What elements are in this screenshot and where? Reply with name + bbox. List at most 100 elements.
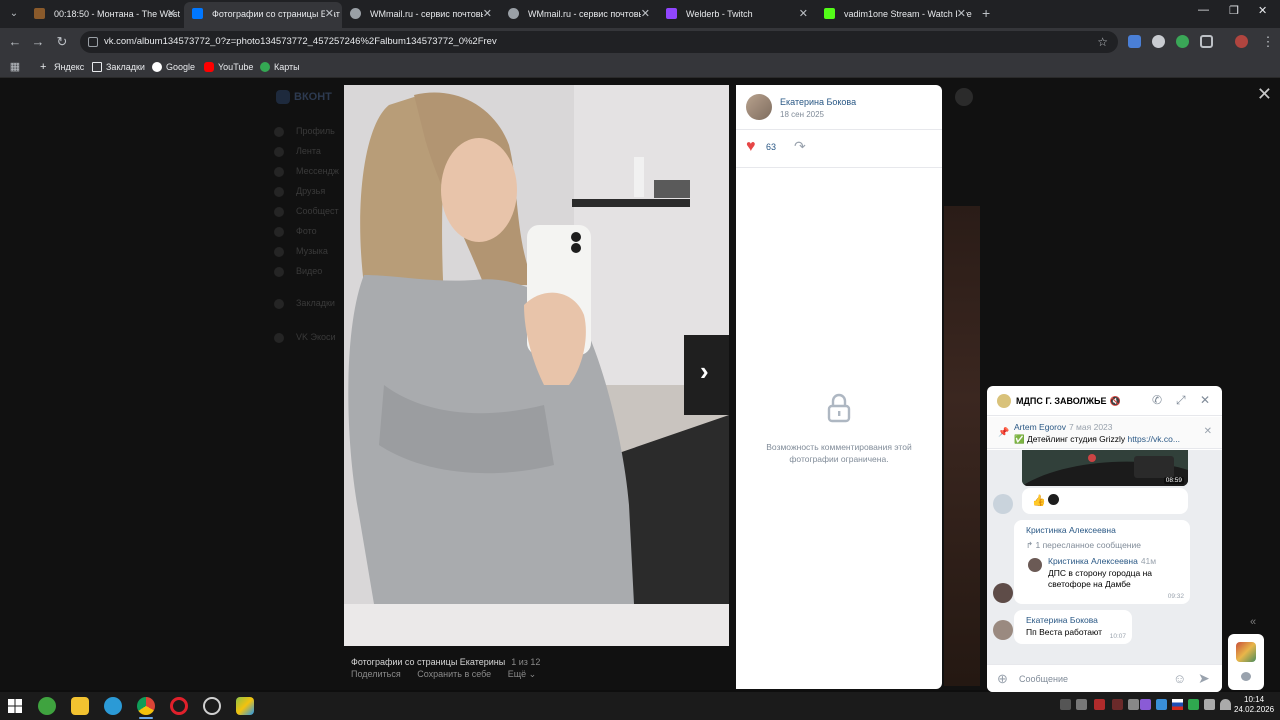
message-author[interactable]: Кристинка Алексеевна	[1026, 525, 1116, 535]
photo-image[interactable]	[344, 85, 729, 646]
extensions-puzzle-icon[interactable]	[1200, 35, 1213, 48]
unpin-close-icon[interactable]: ✕	[1204, 426, 1212, 437]
kebab-menu-icon[interactable]: ⋮	[1260, 34, 1276, 50]
restore-icon[interactable]: ❐	[1229, 4, 1239, 17]
user-avatar[interactable]	[993, 620, 1013, 640]
apps-grid-icon[interactable]: ▦	[7, 59, 23, 75]
user-avatar[interactable]	[993, 494, 1013, 514]
pinned-link[interactable]: https://vk.co...	[1128, 434, 1180, 444]
tab-favicon-icon	[350, 8, 361, 19]
volume-icon[interactable]	[1204, 699, 1215, 710]
mirror-selfie-illustration	[344, 85, 729, 646]
clock[interactable]: 10:14 24.02.2026	[1234, 695, 1274, 715]
reload-icon[interactable]: ↻	[54, 34, 70, 50]
tray-icon[interactable]	[1140, 699, 1151, 710]
tray-icon[interactable]	[1060, 699, 1071, 710]
tray-icon[interactable]	[1188, 699, 1199, 710]
google-icon	[152, 62, 162, 72]
share-icon[interactable]: ↷	[794, 138, 806, 155]
tab-montana[interactable]: 00:18:50 - Монтана - The West ✕	[26, 2, 184, 28]
user-avatar[interactable]	[993, 583, 1013, 603]
chrome-icon[interactable]	[137, 697, 155, 715]
tab-favicon-icon	[508, 8, 519, 19]
start-icon[interactable]	[6, 697, 24, 715]
bookmark-maps[interactable]: Карты	[260, 60, 300, 74]
forward-icon[interactable]: →	[30, 34, 46, 50]
tray-icon[interactable]	[1076, 699, 1087, 710]
tab-close-icon[interactable]: ✕	[324, 2, 334, 26]
tab-wmmail-1[interactable]: WMmail.ru - сервис почтовы ✕	[342, 2, 500, 28]
bookmark-star-icon[interactable]: ☆	[1097, 31, 1108, 53]
translate-icon[interactable]	[1128, 35, 1141, 48]
tab-twitch[interactable]: Welderb - Twitch ✕	[658, 2, 816, 28]
heart-icon[interactable]: ♥	[746, 138, 756, 156]
author-avatar[interactable]	[746, 94, 772, 120]
wifi-icon[interactable]	[1220, 699, 1231, 710]
album-title[interactable]: Фотографии со страницы Екатерины	[351, 657, 505, 667]
extension-icon[interactable]	[1176, 35, 1189, 48]
cloud-extension-icon[interactable]	[1152, 35, 1165, 48]
maps-icon	[260, 62, 270, 72]
lock-icon	[827, 393, 851, 423]
collapse-chats-icon[interactable]: «	[1250, 616, 1256, 628]
vk-nav-item: Музыка	[274, 246, 328, 257]
tray-icon[interactable]	[1156, 699, 1167, 710]
site-info-icon[interactable]	[88, 37, 98, 47]
app-icon[interactable]	[203, 697, 221, 715]
chat-header: МДПС Г. ЗАВОЛЖЬЕ 🔇 ✆ ⤢ ✕	[987, 386, 1222, 416]
bluestacks-icon[interactable]	[236, 697, 254, 715]
save-to-self-link[interactable]: Сохранить в себе	[417, 669, 491, 679]
emoji-icon[interactable]: ☺	[1173, 671, 1186, 686]
chat-title[interactable]: МДПС Г. ЗАВОЛЖЬЕ 🔇	[1016, 396, 1121, 407]
close-viewer-icon[interactable]: ✕	[1257, 84, 1272, 105]
tray-icon[interactable]	[1112, 699, 1123, 710]
address-bar[interactable]: vk.com/album134573772_0?z=photo134573772…	[80, 31, 1118, 53]
black-circle-icon	[1048, 494, 1059, 505]
opera-icon[interactable]	[170, 697, 188, 715]
message-input[interactable]: Сообщение	[1019, 674, 1068, 684]
attach-plus-icon[interactable]: ⊕	[997, 671, 1008, 687]
language-flag-icon[interactable]	[1172, 699, 1183, 710]
torrent-icon[interactable]	[38, 697, 56, 715]
bookmark-youtube[interactable]: YouTube	[204, 60, 253, 74]
tab-close-icon[interactable]: ✕	[640, 2, 650, 26]
likes-count[interactable]: 63	[766, 142, 776, 152]
video-attachment[interactable]: 08:59	[1022, 450, 1188, 486]
share-link[interactable]: Поделиться	[351, 669, 401, 679]
bookmark-folder[interactable]: Закладки	[92, 60, 145, 74]
tab-close-icon[interactable]: ✕	[482, 2, 492, 26]
group-chat-avatar[interactable]	[1236, 642, 1256, 662]
bookmark-google[interactable]: Google	[152, 60, 195, 74]
minimize-icon[interactable]: —	[1198, 4, 1209, 16]
close-window-icon[interactable]: ✕	[1258, 4, 1267, 17]
pinned-message[interactable]: 📌 Artem Egorov 7 мая 2023 ✅ Детейлинг сту…	[987, 417, 1222, 449]
send-icon[interactable]: ➤	[1198, 670, 1210, 687]
phone-icon[interactable]: ✆	[1152, 393, 1162, 407]
chat-avatar[interactable]	[997, 394, 1011, 408]
back-icon[interactable]: ←	[7, 34, 23, 50]
explorer-icon[interactable]	[71, 697, 89, 715]
profile-avatar[interactable]	[1235, 35, 1248, 48]
tab-close-icon[interactable]: ✕	[956, 2, 966, 26]
tab-wmmail-2[interactable]: WMmail.ru - сервис почтовых ✕	[500, 2, 658, 28]
forward-note[interactable]: ↱ 1 пересланное сообщение	[1026, 540, 1141, 551]
expand-icon[interactable]: ⤢	[1176, 393, 1186, 408]
edge-icon[interactable]	[104, 697, 122, 715]
tab-kick[interactable]: vadim1one Stream - Watch Live ✕	[816, 2, 974, 28]
tray-icon[interactable]	[1094, 699, 1105, 710]
new-message-icon[interactable]	[1241, 672, 1251, 681]
close-chat-icon[interactable]: ✕	[1200, 393, 1210, 407]
next-photo-icon[interactable]: ›	[700, 356, 709, 387]
more-link[interactable]: Ещё ⌄	[508, 669, 536, 679]
new-tab-button[interactable]: +	[982, 5, 990, 21]
message-author[interactable]: Екатерина Бокова	[1026, 615, 1098, 625]
tab-close-icon[interactable]: ✕	[798, 2, 808, 26]
author-name[interactable]: Екатерина Бокова	[780, 97, 856, 107]
tab-vk-photos[interactable]: Фотографии со страницы Екат ✕	[184, 2, 342, 28]
tab-favicon-icon	[34, 8, 45, 19]
vk-nav-item: Профиль	[274, 126, 335, 137]
tab-search-icon[interactable]: ⌄	[6, 6, 22, 22]
tab-close-icon[interactable]: ✕	[167, 2, 176, 26]
bookmark-yandex[interactable]: + Яндекс	[40, 60, 84, 74]
tray-icon[interactable]	[1128, 699, 1139, 710]
